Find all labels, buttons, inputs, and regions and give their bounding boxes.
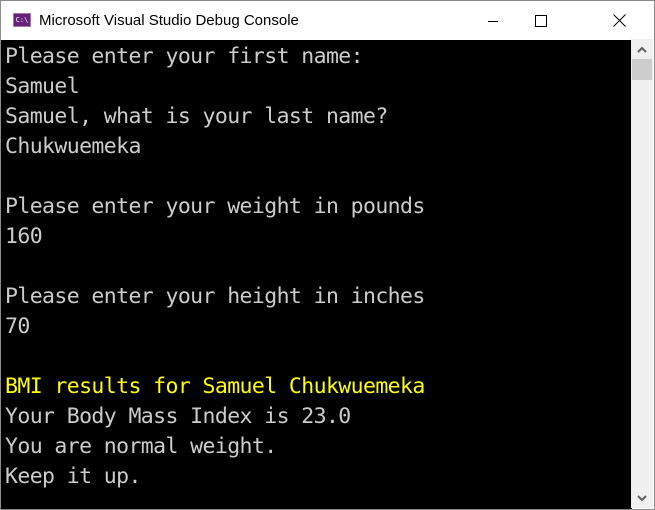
console-line: Your Body Mass Index is 23.0 — [5, 404, 351, 429]
console-output[interactable]: Please enter your first name: Samuel Samue… — [1, 40, 632, 509]
chevron-up-icon — [637, 46, 647, 53]
console-line: Please enter your height in inches — [5, 284, 425, 309]
console-line: Please enter your weight in pounds — [5, 194, 425, 219]
scroll-down-button[interactable] — [631, 488, 653, 508]
close-button[interactable] — [596, 1, 642, 40]
console-line: Samuel — [5, 74, 80, 99]
maximize-icon — [535, 14, 547, 27]
scroll-up-button[interactable] — [631, 39, 653, 59]
close-icon — [612, 14, 626, 27]
window-title: Microsoft Visual Studio Debug Console — [39, 12, 299, 29]
minimize-icon — [488, 20, 498, 22]
chevron-down-icon — [637, 494, 647, 501]
scroll-thumb[interactable] — [632, 59, 652, 80]
debug-console-window: C:\ Microsoft Visual Studio Debug Consol… — [0, 0, 655, 510]
console-line: You are normal weight. — [5, 434, 277, 459]
console-line: Samuel, what is your last name? — [5, 104, 388, 129]
console-line: Chukwuemeka — [5, 134, 141, 159]
maximize-button[interactable] — [518, 1, 564, 40]
console-line: Keep it up. — [5, 464, 141, 489]
vertical-scrollbar[interactable] — [631, 39, 653, 508]
console-line: BMI results for Samuel Chukwuemeka — [5, 374, 425, 399]
console-line: 160 — [5, 224, 43, 249]
console-line: 70 — [5, 314, 30, 339]
title-bar[interactable]: C:\ Microsoft Visual Studio Debug Consol… — [1, 1, 654, 40]
console-line: Please enter your first name: — [5, 44, 364, 69]
minimize-button[interactable] — [470, 1, 516, 40]
console-app-icon: C:\ — [13, 13, 31, 27]
